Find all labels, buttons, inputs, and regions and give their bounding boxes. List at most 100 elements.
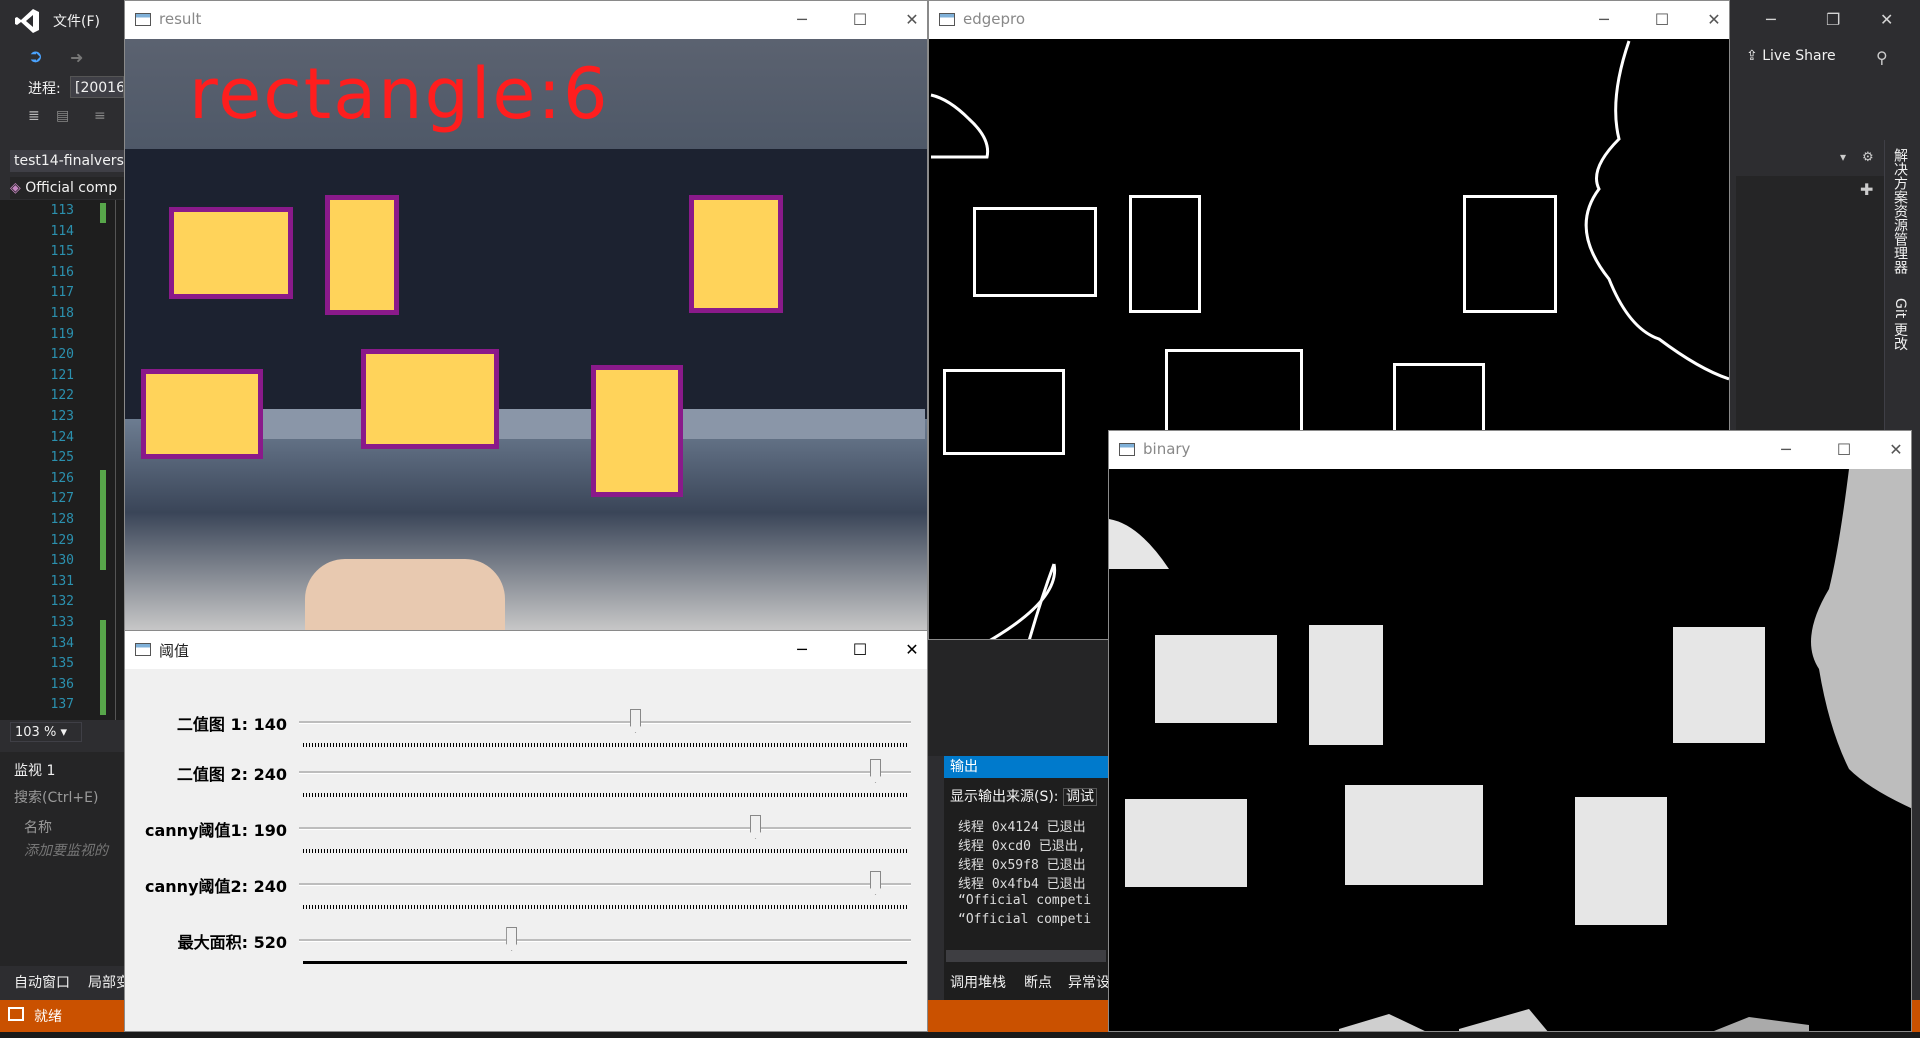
output-source-label: 显示输出来源(S): <box>950 789 1059 805</box>
comment-icon[interactable]: ▤ <box>56 108 69 124</box>
trackbar-label: 二值图 1: 140 <box>176 715 287 734</box>
output-source-value[interactable]: 调试 <box>1062 788 1097 806</box>
forward-icon[interactable]: ➜ <box>70 48 83 67</box>
trackbar-track[interactable] <box>299 721 911 724</box>
titlebar[interactable]: binary ─ ☐ ✕ <box>1109 431 1911 469</box>
window-threshold[interactable]: 阈值 ─ ☐ ✕ 二值图 1: 140 二值图 2: 240 canny阈值1:… <box>124 630 928 1032</box>
window-binary[interactable]: binary ─ ☐ ✕ <box>1108 430 1912 1032</box>
line-number: 118 <box>50 306 74 321</box>
side-tab-solution-explorer[interactable]: 解决方案资源管理器 <box>1890 148 1910 274</box>
line-number: 124 <box>50 429 74 445</box>
output-line: 线程 0x4fb4 已退出 <box>958 877 1086 892</box>
document-tab[interactable]: test14-finalvers <box>10 150 124 172</box>
line-number: 114 <box>50 223 74 239</box>
window-icon <box>135 643 151 656</box>
close-icon[interactable]: ✕ <box>1880 10 1893 29</box>
detected-rectangle <box>591 365 683 497</box>
line-number: 116 <box>50 264 74 280</box>
edge-box <box>1129 195 1201 313</box>
trackbar-track[interactable] <box>299 883 911 886</box>
indent-icon[interactable]: ≡ <box>94 108 106 124</box>
trackbar-ticks <box>303 743 907 747</box>
pin-icon[interactable]: ✚ <box>1860 180 1873 199</box>
close-icon[interactable]: ✕ <box>1881 437 1911 463</box>
navigation-combo[interactable]: ◈ Official comp <box>10 177 124 199</box>
change-marker <box>100 203 106 223</box>
edge-box <box>973 207 1097 297</box>
minimize-icon[interactable]: ─ <box>787 637 817 663</box>
restore-icon[interactable]: ❐ <box>1826 10 1840 29</box>
trackbar-row: canny阈值1: 190 <box>125 815 927 855</box>
minimize-icon[interactable]: ─ <box>787 7 817 33</box>
trackbar-thumb[interactable] <box>506 927 518 951</box>
menu-file[interactable]: 文件(F) <box>53 11 100 31</box>
tab-exceptions[interactable]: 异常设 <box>1068 972 1110 992</box>
output-line: 线程 0x59f8 已退出 <box>958 858 1086 873</box>
trackbar-track[interactable] <box>299 827 911 830</box>
line-number: 127 <box>50 491 74 507</box>
output-line: “Official competi <box>958 912 1092 927</box>
zoom-combo[interactable]: 103 % ▾ <box>10 722 82 742</box>
maximize-icon[interactable]: ☐ <box>845 7 875 33</box>
trackbar-thumb[interactable] <box>870 871 881 895</box>
detected-rectangle <box>169 207 293 299</box>
watch-search-input[interactable]: 搜索(Ctrl+E) <box>14 787 98 807</box>
line-number: 135 <box>50 656 74 672</box>
maximize-icon[interactable]: ☐ <box>1829 437 1859 463</box>
titlebar[interactable]: edgepro ─ ☐ ✕ <box>929 1 1729 39</box>
side-tab-git[interactable]: Git 更改 <box>1890 298 1910 351</box>
panel-area <box>928 640 1108 756</box>
close-icon[interactable]: ✕ <box>1699 7 1729 33</box>
feedback-icon[interactable]: ⚲ <box>1876 48 1888 67</box>
close-icon[interactable]: ✕ <box>897 7 927 33</box>
close-icon[interactable]: ✕ <box>897 637 927 663</box>
output-scrollbar[interactable] <box>946 950 1106 962</box>
trackbar-thumb[interactable] <box>750 815 761 839</box>
trackbar-label: canny阈值2: 240 <box>145 877 287 896</box>
edge-contour <box>930 93 990 159</box>
dropdown-icon[interactable]: ▾ <box>1840 150 1846 164</box>
trackbar-thumb[interactable] <box>630 709 641 733</box>
line-number: 123 <box>50 409 74 424</box>
trackbar-ticks <box>303 793 907 797</box>
window-result[interactable]: result ─ ☐ ✕ rectangle:6 <box>124 0 928 632</box>
line-number: 132 <box>50 594 74 610</box>
binary-blob <box>1109 519 1169 569</box>
titlebar[interactable]: result ─ ☐ ✕ <box>125 1 927 39</box>
format-icon[interactable]: ≣ <box>28 108 40 124</box>
binary-box <box>1125 799 1247 887</box>
trackbar-label: canny阈值1: 190 <box>145 821 287 840</box>
maximize-icon[interactable]: ☐ <box>1647 7 1677 33</box>
watch-add-item[interactable]: 添加要监视的 <box>24 840 108 860</box>
change-marker <box>100 620 106 715</box>
status-icon <box>8 1007 24 1021</box>
trackbar-track[interactable] <box>299 771 911 774</box>
line-number: 129 <box>50 532 74 548</box>
output-line: 线程 0xcd0 已退出, <box>958 839 1086 854</box>
process-combo[interactable]: [20016 <box>70 76 124 98</box>
trackbar-thumb[interactable] <box>870 759 881 783</box>
minimize-icon[interactable]: ─ <box>1771 437 1801 463</box>
edge-contour <box>989 563 1057 639</box>
live-share-label: Live Share <box>1762 48 1836 64</box>
titlebar[interactable]: 阈值 ─ ☐ ✕ <box>125 631 927 669</box>
trackbar-track[interactable] <box>299 939 911 942</box>
binary-box <box>1309 625 1383 745</box>
tab-call-stack[interactable]: 调用堆栈 <box>950 972 1006 992</box>
line-number: 113 <box>50 203 74 218</box>
minimize-icon[interactable]: ─ <box>1766 10 1776 29</box>
detected-rectangle <box>689 195 783 313</box>
code-editor[interactable]: 113 114 115 116 117 118 119 120 121 122 123 124 125 1… <box>0 200 124 720</box>
line-number: 119 <box>50 326 74 342</box>
line-number: 117 <box>50 285 74 301</box>
tab-autos[interactable]: 自动窗口 <box>14 972 70 992</box>
maximize-icon[interactable]: ☐ <box>845 637 875 663</box>
watch-title[interactable]: 监视 1 <box>14 760 55 780</box>
settings-icon[interactable]: ⚙ <box>1862 150 1874 165</box>
minimize-icon[interactable]: ─ <box>1589 7 1619 33</box>
back-icon[interactable]: ➲ <box>28 46 43 67</box>
window-title: edgepro <box>963 10 1026 28</box>
output-source[interactable]: 显示输出来源(S): 调试 <box>950 786 1097 806</box>
live-share-button[interactable]: ⇪ Live Share <box>1746 48 1836 64</box>
tab-breakpoints[interactable]: 断点 <box>1024 972 1052 992</box>
